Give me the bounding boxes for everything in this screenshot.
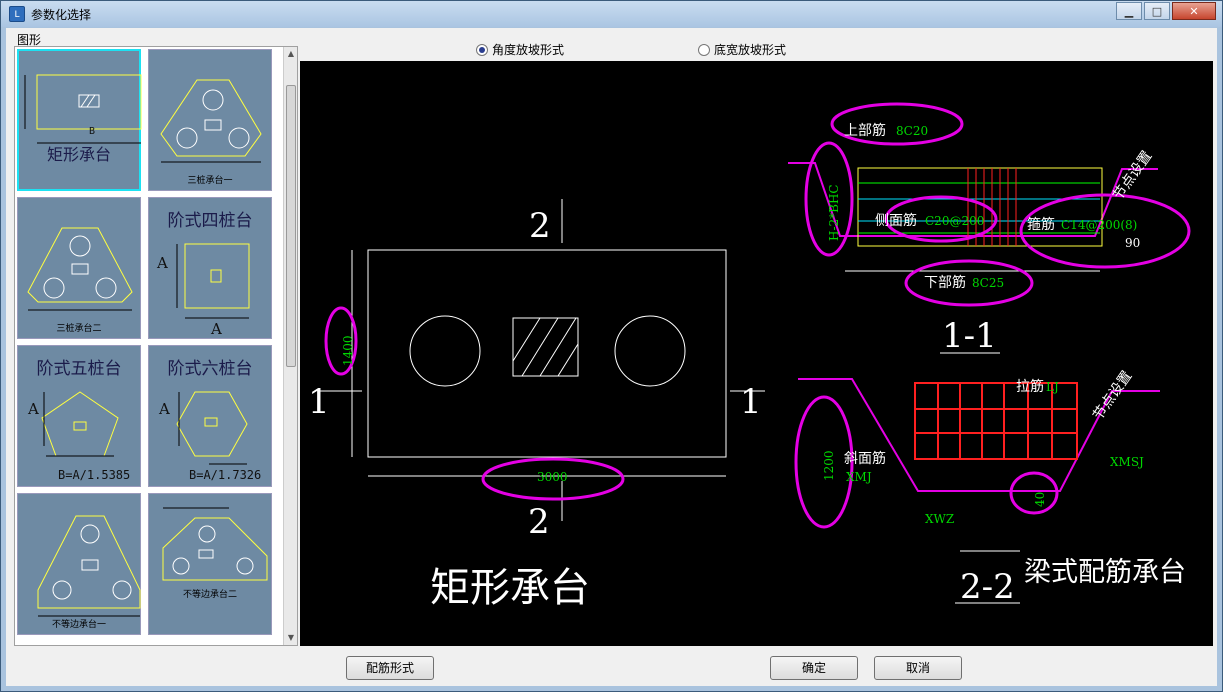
height-formula: H-2*BHC	[827, 184, 841, 241]
dialog-client: 图形 B 矩形承台 三桩承台一 三桩承台二 阶式四桩台 A A 阶式五桩台 A …	[6, 28, 1217, 686]
drawing-canvas: 2 2 1 1 1400 3000 矩形承台 上部筋 8C20 H-2*BHC …	[300, 61, 1213, 646]
thumbnail-label: 不等边承台二	[182, 590, 237, 600]
radio-unselected-icon	[698, 43, 710, 56]
three-pile-2-preview	[27, 227, 133, 311]
dim-a-label: A	[157, 254, 168, 272]
beam-cap-title: 梁式配筋承台	[1024, 557, 1186, 588]
top-bar-value: 8C20	[896, 124, 928, 138]
dim-b-label: B	[89, 126, 96, 137]
stirrup-value: C14@200(8)	[1061, 218, 1137, 232]
rect-cap-preview	[24, 74, 142, 144]
unequal-cap-1-preview	[37, 515, 141, 617]
radio-bottom-width-slope[interactable]: 底宽放坡形式	[698, 41, 786, 58]
thumbnail-step-five-pile[interactable]: 阶式五桩台 A B=A/1.5385	[17, 345, 141, 487]
title-bar[interactable]: L 参数化选择 ▁ □ ✕	[1, 1, 1222, 27]
maximize-icon: □	[1151, 4, 1163, 18]
window-controls: ▁ □ ✕	[1114, 2, 1216, 20]
minimize-button[interactable]: ▁	[1116, 2, 1142, 20]
main-drawing-title: 矩形承台	[430, 565, 590, 611]
dim-height-label: 1400	[341, 335, 355, 366]
unequal-cap-2-preview	[162, 507, 268, 581]
xmsj-label: XMSJ	[1110, 455, 1144, 469]
cancel-button[interactable]: 取消	[874, 656, 962, 680]
scroll-up-icon[interactable]: ▲	[284, 47, 297, 61]
thumbnail-label: 不等边承台一	[51, 620, 106, 630]
thumbnail-unequal-cap-1[interactable]: 不等边承台一	[17, 493, 141, 635]
radio-angle-slope[interactable]: 角度放坡形式	[476, 41, 698, 58]
sec22-height-label: 1200	[822, 450, 836, 481]
thumbnail-step-six-pile[interactable]: 阶式六桩台 A B=A/1.7326	[148, 345, 272, 487]
scroll-down-icon[interactable]: ▼	[284, 631, 297, 645]
thumbnail-step-four-pile[interactable]: 阶式四桩台 A A	[148, 197, 272, 339]
radio-selected-icon	[476, 43, 488, 56]
slope-bar-value: XMJ	[846, 470, 872, 484]
tie-label: 拉筋	[1016, 378, 1044, 395]
shape-thumbnail-list[interactable]: B 矩形承台 三桩承台一 三桩承台二 阶式四桩台 A A 阶式五桩台 A B=A…	[14, 46, 298, 646]
scrollbar-thumb[interactable]	[286, 85, 296, 367]
side-bar-value: C20@200	[925, 214, 984, 228]
side-bar-label: 侧面筋	[875, 212, 917, 229]
app-icon: L	[9, 6, 25, 22]
tie-value: LJ	[1046, 380, 1059, 394]
dim-a-label: A	[28, 400, 39, 418]
rebar-form-button[interactable]: 配筋形式	[346, 656, 434, 680]
formula-label: B=A/1.7326	[189, 468, 262, 482]
thumbnail-scrollbar[interactable]: ▲ ▼	[283, 47, 297, 645]
bottom-bar-value: 8C25	[972, 276, 1004, 290]
section-1-1-title: 1-1	[942, 316, 997, 356]
formula-label: B=A/1.5385	[58, 468, 131, 482]
parametric-select-window: L 参数化选择 ▁ □ ✕ 图形 B 矩形承台 三桩承台一 三桩承台二 阶式四桩…	[0, 0, 1223, 692]
three-pile-1-preview	[160, 79, 262, 163]
window-title: 参数化选择	[31, 7, 92, 22]
thumbnail-three-pile-1[interactable]: 三桩承台一	[148, 49, 272, 191]
section-2-2-title: 2-2	[960, 567, 1015, 607]
bottom-bar-label: 下部筋	[924, 274, 966, 291]
xwz-label: XWZ	[925, 512, 954, 526]
close-icon: ✕	[1189, 4, 1199, 18]
section-1-left: 1	[308, 382, 330, 422]
node-setting-2: 节点设置	[1090, 368, 1135, 423]
minimize-icon: ▁	[1124, 4, 1134, 18]
angle-value: 90	[1125, 236, 1140, 250]
ok-button[interactable]: 确定	[770, 656, 858, 680]
slope-bar-label: 斜面筋	[844, 450, 886, 467]
dim-a-bottom-label: A	[211, 320, 222, 338]
thumbnail-label: 矩形承台	[46, 145, 111, 164]
section-2-top: 2	[529, 206, 551, 246]
section-2-bottom: 2	[528, 502, 550, 542]
cad-drawing: 2 2 1 1 1400 3000 矩形承台 上部筋 8C20 H-2*BHC …	[308, 102, 1191, 611]
slope-mode-options: 角度放坡形式 底宽放坡形式	[476, 41, 786, 58]
section-1-right: 1	[740, 382, 762, 422]
top-bar-label: 上部筋	[844, 122, 886, 139]
thumbnail-three-pile-2[interactable]: 三桩承台二	[17, 197, 141, 339]
close-button[interactable]: ✕	[1172, 2, 1216, 20]
thumbnail-unequal-cap-2[interactable]: 不等边承台二	[148, 493, 272, 635]
thumbnail-label: 三桩承台二	[56, 324, 102, 334]
dim-a-label: A	[159, 400, 170, 418]
radio-bottom-width-slope-label: 底宽放坡形式	[714, 43, 787, 57]
thumbnail-label: 三桩承台一	[187, 176, 233, 186]
node-setting-1: 节点设置	[1110, 148, 1155, 203]
maximize-button[interactable]: □	[1144, 2, 1170, 20]
radio-angle-slope-label: 角度放坡形式	[492, 43, 565, 57]
stirrup-label: 箍筋	[1027, 216, 1055, 233]
dim-width-label: 3000	[537, 470, 568, 484]
thumbnail-rect-cap[interactable]: B 矩形承台	[17, 49, 142, 191]
cover-label: 40	[1033, 492, 1047, 507]
